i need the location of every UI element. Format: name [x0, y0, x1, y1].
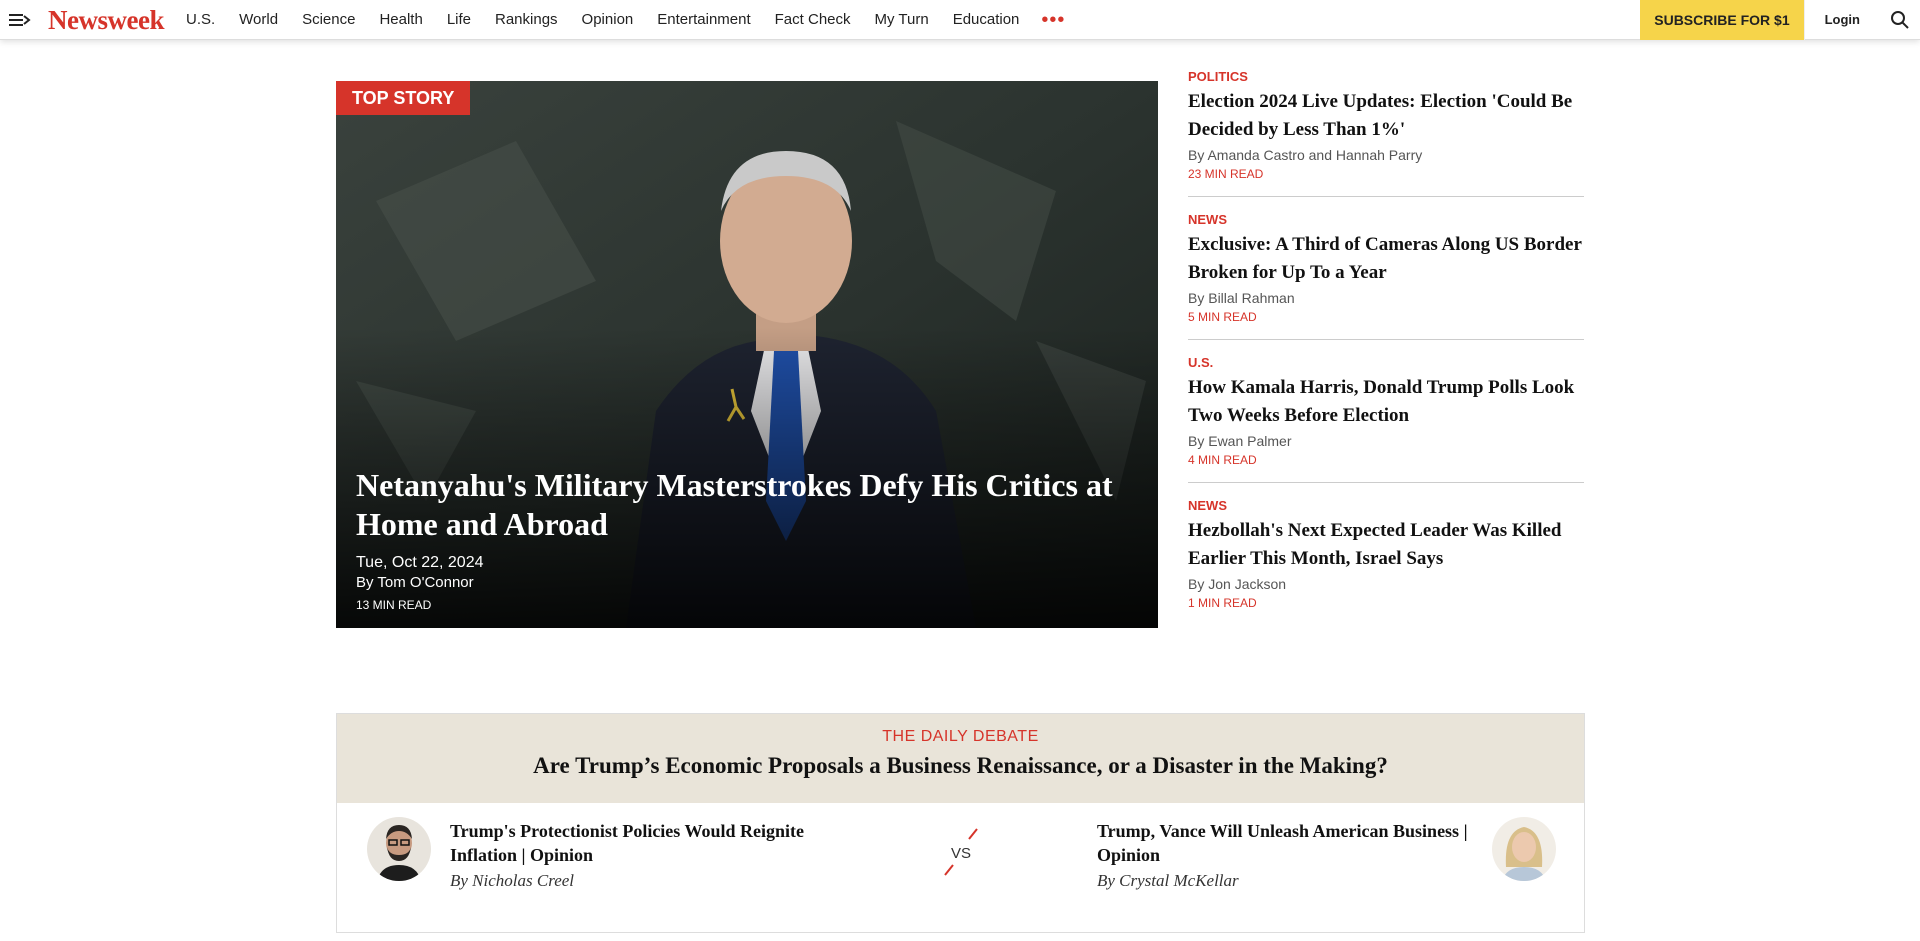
side-story-byline: By Jon Jackson	[1188, 576, 1584, 592]
main-nav: U.S. World Science Health Life Rankings …	[174, 0, 1031, 40]
search-icon	[1891, 10, 1909, 29]
side-story-byline: By Billal Rahman	[1188, 290, 1584, 306]
side-story-read-time: 1 MIN READ	[1188, 596, 1257, 610]
debate-question: Are Trump’s Economic Proposals a Busines…	[533, 753, 1388, 778]
left-author-avatar[interactable]	[367, 817, 431, 881]
side-story: NEWS Exclusive: A Third of Cameras Along…	[1188, 213, 1584, 340]
side-story-author[interactable]: By Amanda Castro	[1188, 147, 1305, 163]
nav-fact-check[interactable]: Fact Check	[763, 0, 863, 40]
avatar-icon	[1492, 817, 1556, 881]
more-button[interactable]: •••	[1031, 0, 1075, 40]
side-story-author[interactable]: By Billal Rahman	[1188, 290, 1295, 306]
side-story-category[interactable]: NEWS	[1188, 213, 1584, 227]
nav-health[interactable]: Health	[367, 0, 434, 40]
side-story-read-time: 4 MIN READ	[1188, 453, 1257, 467]
top-story-read-time: 13 MIN READ	[356, 598, 432, 612]
nav-entertainment[interactable]: Entertainment	[645, 0, 762, 40]
side-story-list: POLITICS Election 2024 Live Updates: Ele…	[1188, 70, 1584, 641]
right-debate-title[interactable]: Trump, Vance Will Unleash American Busin…	[1097, 819, 1472, 867]
left-debate-title[interactable]: Trump's Protectionist Policies Would Rei…	[450, 819, 805, 867]
nav-my-turn[interactable]: My Turn	[863, 0, 941, 40]
side-story-title[interactable]: Election 2024 Live Updates: Election 'Co…	[1188, 88, 1584, 144]
nav-education[interactable]: Education	[941, 0, 1032, 40]
side-story-byline: By Amanda Castro and Hannah Parry	[1188, 147, 1584, 163]
top-story-date: Tue, Oct 22, 2024	[356, 554, 484, 571]
right-debate-author[interactable]: By Crystal McKellar	[1097, 871, 1239, 891]
side-story-category[interactable]: POLITICS	[1188, 70, 1584, 84]
right-author-avatar[interactable]	[1492, 817, 1556, 881]
debate-body: Trump's Protectionist Policies Would Rei…	[337, 803, 1584, 933]
side-story-category[interactable]: NEWS	[1188, 499, 1584, 513]
top-story-badge: TOP STORY	[336, 81, 471, 115]
debate-header: THE DAILY DEBATE Are Trump’s Economic Pr…	[337, 714, 1584, 803]
side-story: U.S. How Kamala Harris, Donald Trump Pol…	[1188, 356, 1584, 483]
login-button[interactable]: Login	[1803, 0, 1880, 40]
nav-science[interactable]: Science	[290, 0, 367, 40]
site-header: Newsweek U.S. World Science Health Life …	[0, 0, 1920, 40]
side-story-read-time: 23 MIN READ	[1188, 167, 1264, 181]
side-story-coauthor: and Hannah Parry	[1308, 147, 1423, 163]
search-button[interactable]	[1880, 0, 1920, 40]
top-story-title[interactable]: Netanyahu's Military Masterstrokes Defy …	[356, 466, 1138, 544]
logo-link[interactable]: Newsweek	[40, 0, 174, 40]
debate-label: THE DAILY DEBATE	[882, 728, 1039, 745]
menu-button[interactable]	[0, 0, 40, 40]
avatar-icon	[367, 817, 431, 881]
nav-opinion[interactable]: Opinion	[570, 0, 646, 40]
daily-debate: THE DAILY DEBATE Are Trump’s Economic Pr…	[336, 713, 1585, 933]
nav-life[interactable]: Life	[435, 0, 483, 40]
side-story-category[interactable]: U.S.	[1188, 356, 1584, 370]
nav-us[interactable]: U.S.	[174, 0, 227, 40]
vs-label: VS	[951, 845, 972, 862]
subscribe-button[interactable]: SUBSCRIBE FOR $1	[1640, 0, 1804, 40]
side-story-author[interactable]: By Jon Jackson	[1188, 576, 1286, 592]
side-story-title[interactable]: How Kamala Harris, Donald Trump Polls Lo…	[1188, 374, 1584, 430]
top-story-author[interactable]: By Tom O'Connor	[356, 574, 474, 591]
nav-rankings[interactable]: Rankings	[483, 0, 570, 40]
side-story: NEWS Hezbollah's Next Expected Leader Wa…	[1188, 499, 1584, 625]
top-story-text: Netanyahu's Military Masterstrokes Defy …	[356, 466, 1138, 612]
menu-icon	[9, 13, 31, 26]
side-story-title[interactable]: Hezbollah's Next Expected Leader Was Kil…	[1188, 517, 1584, 573]
side-story-title[interactable]: Exclusive: A Third of Cameras Along US B…	[1188, 231, 1584, 287]
nav-world[interactable]: World	[227, 0, 290, 40]
side-story-author[interactable]: By Ewan Palmer	[1188, 433, 1291, 449]
side-story-byline: By Ewan Palmer	[1188, 433, 1584, 449]
side-story-read-time: 5 MIN READ	[1188, 310, 1257, 324]
header-actions: SUBSCRIBE FOR $1 Login	[1640, 0, 1920, 40]
left-debate-author[interactable]: By Nicholas Creel	[450, 871, 574, 891]
side-story: POLITICS Election 2024 Live Updates: Ele…	[1188, 70, 1584, 197]
vs-divider: VS	[941, 827, 981, 877]
ellipsis-icon: •••	[1041, 8, 1066, 31]
top-story-card[interactable]: TOP STORY Netanyahu's Military Masterstr…	[336, 81, 1158, 628]
